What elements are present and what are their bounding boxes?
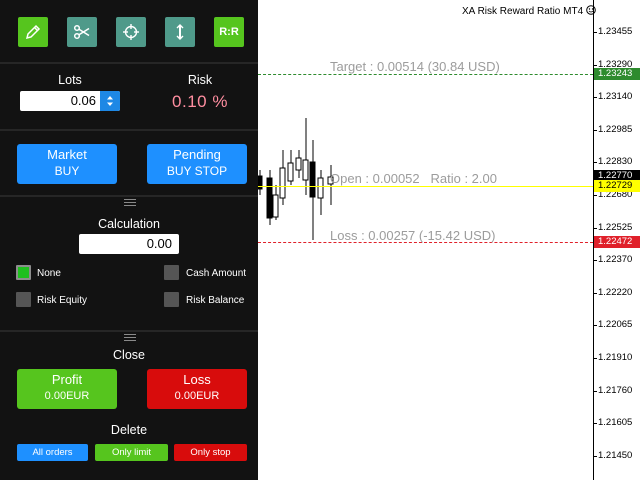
pencil-button[interactable]	[18, 17, 48, 47]
axis-tick	[593, 358, 597, 359]
risk-value: 0.10 %	[172, 92, 228, 111]
market-buy-button[interactable]: Market BUY	[17, 144, 117, 184]
axis-price-label: 1.22220	[598, 287, 633, 298]
axis-price-label: 1.22370	[598, 254, 633, 265]
axis-tick	[593, 228, 597, 229]
smiley-icon	[586, 5, 596, 15]
candlestick-series	[258, 118, 334, 240]
calculation-input[interactable]: 0.00	[79, 234, 179, 254]
axis-price-label: 1.21910	[598, 352, 633, 363]
indicator-title: XA Risk Reward Ratio MT4	[462, 5, 596, 17]
target-price-tag: 1.23243	[594, 68, 640, 80]
scissors-icon	[73, 24, 90, 40]
risk-balance-checkbox[interactable]	[164, 292, 179, 307]
delete-only-stop-button[interactable]: Only stop	[174, 444, 247, 461]
pending-line1: Pending	[173, 147, 221, 162]
delete-only-limit-button[interactable]: Only limit	[95, 444, 168, 461]
delete-label: Delete	[110, 423, 148, 437]
axis-price-label: 1.22525	[598, 222, 633, 233]
none-label: None	[37, 268, 61, 279]
axis-price-label: 1.23455	[598, 26, 633, 37]
divider	[0, 330, 258, 332]
pending-buy-stop-button[interactable]: Pending BUY STOP	[147, 144, 247, 184]
vertical-line-button[interactable]	[165, 17, 195, 47]
collapse-grip-icon[interactable]	[124, 334, 136, 341]
axis-tick	[593, 260, 597, 261]
close-loss-button[interactable]: Loss 0.00EUR	[147, 369, 247, 409]
close-profit-button[interactable]: Profit 0.00EUR	[17, 369, 117, 409]
cash-amount-label: Cash Amount	[186, 268, 247, 279]
ratio-text: Ratio : 2.00	[430, 171, 497, 186]
calculation-label: Calculation	[98, 217, 160, 231]
axis-tick	[593, 325, 597, 326]
axis-tick	[593, 130, 597, 131]
open-text: Open : 0.00052	[330, 171, 420, 186]
divider	[0, 195, 258, 197]
axis-tick	[593, 195, 597, 196]
lots-label: Lots	[58, 73, 82, 87]
lots-spinner[interactable]	[100, 91, 120, 111]
app-window: XA Risk Reward Ratio MT4 Target : 0.0051…	[0, 0, 640, 480]
delete-all-orders-button[interactable]: All orders	[17, 444, 88, 461]
rr-icon: R:R	[219, 26, 239, 38]
rr-button[interactable]: R:R	[214, 17, 244, 47]
risk-equity-checkbox[interactable]	[16, 292, 31, 307]
axis-tick	[593, 162, 597, 163]
axis-price-label: 1.22985	[598, 124, 633, 135]
lots-input[interactable]: 0.06	[20, 91, 120, 111]
axis-tick	[593, 97, 597, 98]
market-buy-line2: BUY	[54, 164, 80, 178]
profit-line2: 0.00EUR	[44, 390, 90, 402]
loss-label: Loss : 0.00257 (-15.42 USD)	[330, 228, 496, 243]
loss-line1: Loss	[183, 372, 211, 387]
risk-balance-label: Risk Balance	[186, 295, 245, 306]
target-label: Target : 0.00514 (30.84 USD)	[330, 59, 500, 74]
open-label: Open : 0.00052 Ratio : 2.00	[330, 171, 497, 186]
axis-tick	[593, 32, 597, 33]
axis-price-label: 1.21760	[598, 385, 633, 396]
axis-price-label: 1.22830	[598, 156, 633, 167]
collapse-grip-icon[interactable]	[124, 199, 136, 206]
open-line[interactable]	[258, 186, 593, 187]
vertical-arrow-icon	[176, 24, 184, 40]
crosshair-button[interactable]	[116, 17, 146, 47]
divider	[0, 129, 258, 131]
cash-amount-checkbox[interactable]	[164, 265, 179, 280]
close-label: Close	[113, 348, 145, 362]
loss-price-tag: 1.22472	[594, 236, 640, 248]
pencil-icon	[25, 24, 41, 40]
divider	[0, 62, 258, 64]
market-buy-line1: Market	[47, 147, 87, 162]
axis-tick	[593, 423, 597, 424]
profit-line1: Profit	[51, 372, 83, 387]
axis-tick	[593, 65, 597, 66]
axis-price-label: 1.21450	[598, 450, 633, 461]
pending-line2: BUY STOP	[166, 164, 228, 178]
loss-line2: 0.00EUR	[174, 390, 220, 402]
trade-panel: R:R Lots Risk 0.06 0.10 % Market BUY Pen…	[0, 0, 258, 480]
axis-tick	[593, 456, 597, 457]
axis-tick	[593, 391, 597, 392]
axis-price-label: 1.23140	[598, 91, 633, 102]
risk-equity-label: Risk Equity	[37, 295, 88, 306]
crosshair-icon	[123, 24, 139, 40]
open-price-tag: 1.22729	[594, 180, 640, 192]
none-checkbox[interactable]	[16, 265, 31, 280]
axis-price-label: 1.21605	[598, 417, 633, 428]
risk-label: Risk	[187, 73, 213, 87]
scissors-button[interactable]	[67, 17, 97, 47]
target-line[interactable]	[258, 74, 593, 75]
axis-price-label: 1.22065	[598, 319, 633, 330]
axis-tick	[593, 293, 597, 294]
lots-value: 0.06	[70, 93, 96, 108]
spinner-arrows-icon	[107, 96, 113, 106]
